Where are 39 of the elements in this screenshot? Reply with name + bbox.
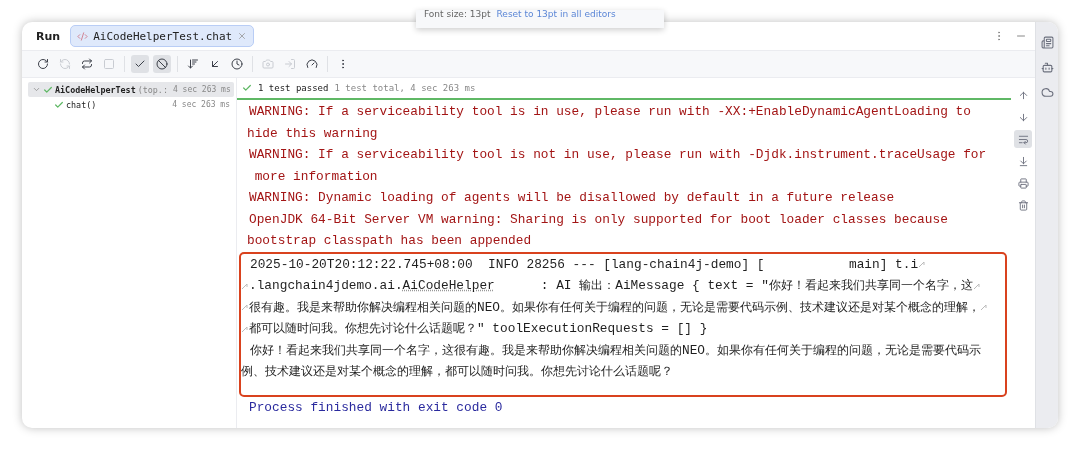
- warning-text: WARNING: If a serviceability tool is in use, please run with -XX:+EnableDynamicAgentLoading to: [249, 104, 971, 120]
- warning-text: more information: [253, 168, 378, 184]
- bot-icon[interactable]: [1040, 61, 1054, 74]
- check-icon[interactable]: [131, 55, 149, 73]
- wrap-mark-icon: [241, 303, 249, 312]
- notification-text: Font size: 13pt: [424, 10, 491, 18]
- test-tree-item[interactable]: AiCodeHelperTest (top.: 4 sec 263 ms: [28, 82, 234, 97]
- wrap-mark-icon: [918, 260, 927, 269]
- soft-wrap-icon[interactable]: [1014, 130, 1032, 148]
- warning-text: WARNING: Dynamic loading of agents will be disallowed by default in a future release: [249, 190, 895, 206]
- reset-link[interactable]: Reset to 13pt in all editors: [496, 10, 616, 18]
- warning-text: hide this warning: [247, 125, 378, 141]
- test-summary: 1 test total, 4 sec 263 ms: [334, 83, 476, 93]
- warning-text: OpenJDK 64-Bit Server VM warning: Sharing is only supported for boot loader classes because: [249, 211, 948, 227]
- wrap-mark-icon: [241, 324, 249, 333]
- ban-icon[interactable]: [153, 55, 171, 73]
- log-text: 你好！看起来我们共享同一个名字，这很有趣。我是来帮助你解决编程相关问题的NEO。如果你有任何关于编程的问题，无论是需要代码示: [250, 342, 982, 358]
- wrap-mark-icon: [980, 303, 989, 312]
- log-text: 很有趣。我是来帮助你解决编程相关问题的NEO。如果你有任何关于编程的问题，无论是需要代码示例、技术建议还是对某个概念的理解，: [249, 299, 981, 315]
- log-text: 例、技术建议还是对某个概念的理解，都可以随时问我。你想先讨论什么话题呢？: [241, 364, 673, 380]
- test-result: 1 test passed: [258, 83, 329, 93]
- passed-icon: [242, 83, 252, 93]
- warning-text: WARNING: If a serviceability tool is not in use, please run with -Djdk.instrument.traceUsage for: [249, 147, 987, 163]
- log-text: .langchain4jdemo.ai.AiCodeHelper : AI 输出：AiMessage { text = "你好！看起来我们共享同一个名字，这: [249, 278, 973, 294]
- chevron-down-icon[interactable]: [32, 85, 41, 94]
- warning-text: bootstrap classpath has been appended: [247, 233, 532, 249]
- exit-message: Process finished with exit code 0: [249, 399, 503, 415]
- panel-title: Run: [36, 29, 61, 43]
- wrap-mark-icon: [972, 281, 981, 290]
- test-tree-item[interactable]: chat() 4 sec 263 ms: [28, 97, 234, 112]
- code-icon: [77, 30, 89, 42]
- panel-icon[interactable]: [1040, 36, 1054, 49]
- wrap-mark-icon: [241, 281, 249, 290]
- close-icon[interactable]: [237, 31, 248, 41]
- log-text: 2025-10-20T20:12:22.745+08:00 INFO 28256 --- [lang-chain4j-demo] [ main] t.i: [250, 256, 919, 272]
- cloud-icon[interactable]: [1040, 86, 1054, 99]
- clock-icon[interactable]: [228, 55, 246, 73]
- run-tab[interactable]: AiCodeHelperTest.chat: [70, 25, 255, 47]
- log-text: 都可以随时问我。你想先讨论什么话题呢？" toolExecutionRequests = [] }: [249, 321, 708, 337]
